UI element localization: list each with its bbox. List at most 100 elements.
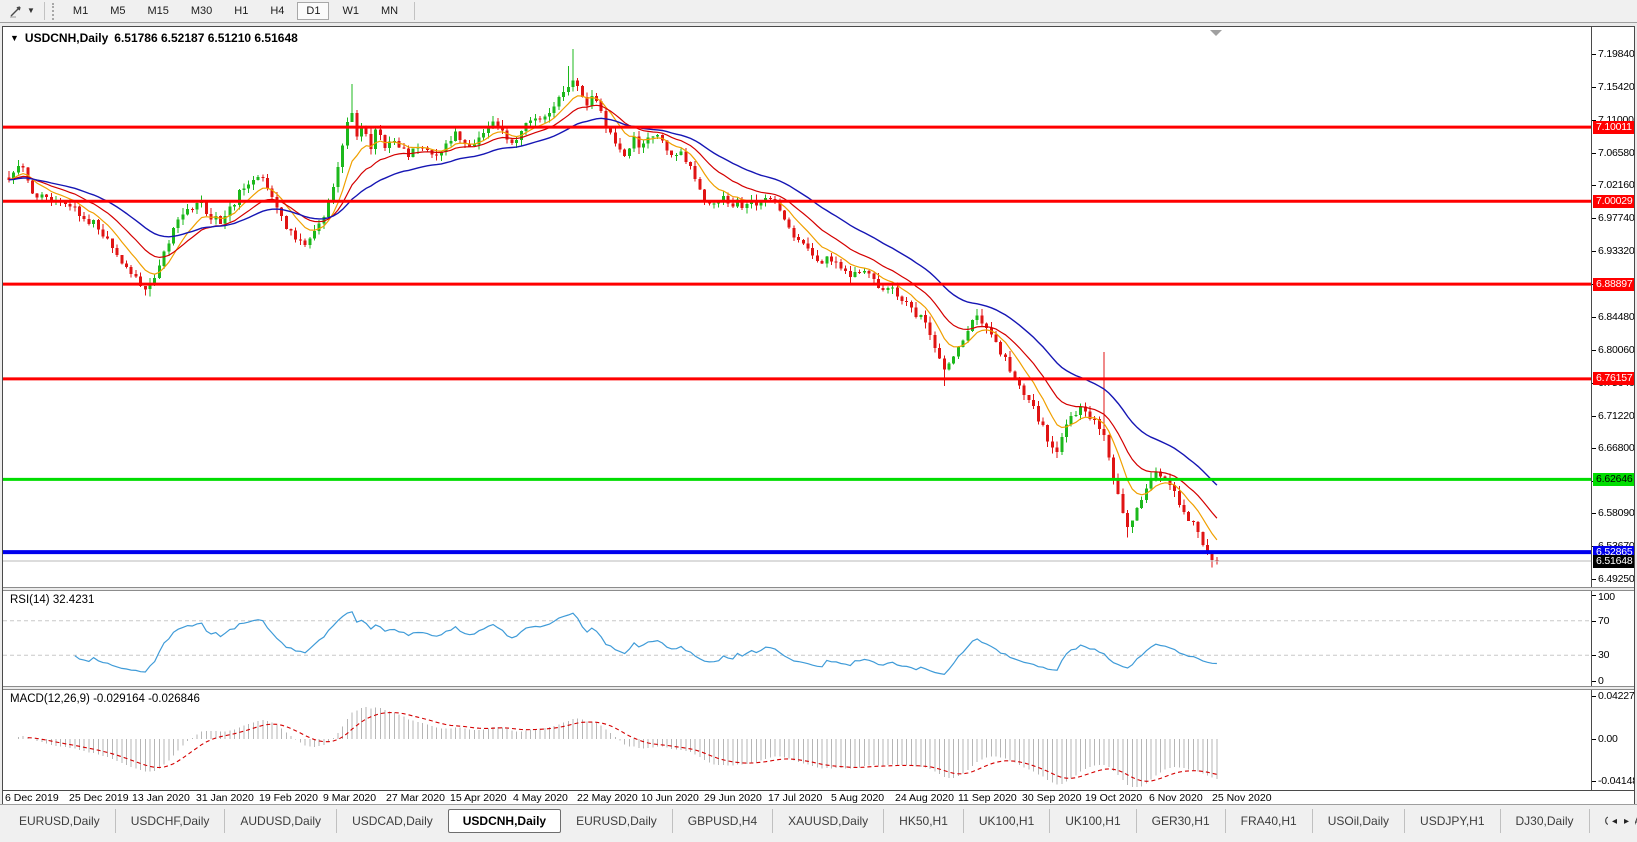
price-tick-label: 7.19840	[1598, 48, 1634, 60]
chart-tab-USDJPY-H1[interactable]: USDJPY,H1	[1404, 809, 1499, 833]
price-tick-label: 6.80060	[1598, 344, 1634, 356]
hline-price-label: 6.76157	[1593, 372, 1634, 385]
price-tick	[1592, 185, 1596, 186]
price-tick	[1592, 579, 1596, 580]
tool-dropdown-arrow-icon[interactable]: ▼	[27, 7, 35, 15]
chart-tab-USDCAD-Daily[interactable]: USDCAD,Daily	[336, 809, 448, 833]
timeframe-toolbar: ▼ M1M5M15 M30H1H4D1W1MN	[0, 0, 1637, 23]
rsi-tick	[1592, 655, 1596, 656]
chart-tab-HK50-H1[interactable]: HK50,H1	[883, 809, 963, 833]
rsi-panel: RSI(14) 32.4231 10070300	[3, 591, 1634, 686]
chart-tab-GBPUSD-H4[interactable]: GBPUSD,H4	[672, 809, 772, 833]
rsi-tick-label: 100	[1598, 591, 1615, 603]
date-label: 24 Aug 2020	[895, 792, 954, 804]
chart-tab-XAUUSD-Daily[interactable]: XAUUSD,Daily	[772, 809, 883, 833]
macd-chart[interactable]	[3, 690, 1591, 790]
date-label: 27 Mar 2020	[386, 792, 445, 804]
timeframe-button-H1[interactable]: H1	[225, 2, 257, 20]
price-tick-label: 6.49250	[1598, 573, 1634, 585]
timeframe-button-M30[interactable]: M30	[182, 2, 221, 20]
chart-tab-FRA40-H1[interactable]: FRA40,H1	[1225, 809, 1312, 833]
price-tick-label: 6.58090	[1598, 507, 1634, 519]
candlestick-chart[interactable]	[3, 27, 1591, 587]
rsi-tick-label: 30	[1598, 649, 1609, 661]
timeframe-button-M1[interactable]: M1	[64, 2, 97, 20]
chart-tabs: EURUSD,DailyUSDCHF,DailyAUDUSD,DailyUSDC…	[0, 805, 1637, 837]
price-tick	[1592, 251, 1596, 252]
status-bar	[0, 837, 1637, 842]
chart-symbol: USDCNH,Daily	[25, 31, 108, 45]
price-tick-label: 6.71220	[1598, 410, 1634, 422]
macd-axis[interactable]: 0.0422750.00-0.04148	[1591, 690, 1634, 790]
current-price-label: 6.51648	[1593, 555, 1634, 568]
timeframe-button-D1[interactable]: D1	[297, 2, 329, 20]
chart-tab-USDCHF-Daily[interactable]: USDCHF,Daily	[115, 809, 225, 833]
hline-price-label: 6.88897	[1593, 278, 1634, 291]
timeframe-button-MN[interactable]: MN	[372, 2, 407, 20]
chart-window: ▼ USDCNH,Daily 6.51786 6.52187 6.51210 6…	[2, 26, 1635, 806]
date-label: 4 May 2020	[513, 792, 568, 804]
hline-price-label: 7.10011	[1593, 121, 1634, 134]
tab-scroll-right-icon[interactable]: ▸	[1624, 816, 1629, 827]
price-tick	[1592, 448, 1596, 449]
macd-tick	[1592, 696, 1596, 697]
tab-scroll-left-icon[interactable]: ◂	[1612, 816, 1617, 827]
date-label: 13 Jan 2020	[132, 792, 190, 804]
price-tick	[1592, 87, 1596, 88]
chart-tab-GER30-H1[interactable]: GER30,H1	[1136, 809, 1225, 833]
price-tick-label: 7.02160	[1598, 179, 1634, 191]
date-label: 17 Jul 2020	[768, 792, 822, 804]
macd-label: MACD(12,26,9) -0.029164 -0.026846	[10, 693, 200, 705]
chart-tab-UK100-H1[interactable]: UK100,H1	[1049, 809, 1135, 833]
rsi-tick-label: 0	[1598, 675, 1604, 686]
date-label: 25 Dec 2019	[69, 792, 129, 804]
price-tick	[1592, 416, 1596, 417]
cursor-tool-group[interactable]: ▼	[4, 3, 39, 19]
chart-tab-USOil-Daily[interactable]: USOil,Daily	[1312, 809, 1404, 833]
rsi-tick-label: 70	[1598, 615, 1609, 627]
price-tick	[1592, 54, 1596, 55]
date-label: 11 Sep 2020	[958, 792, 1017, 804]
macd-panel: MACD(12,26,9) -0.029164 -0.026846 0.0422…	[3, 690, 1634, 790]
date-label: 29 Jun 2020	[704, 792, 762, 804]
chart-ohlc-values: 6.51786 6.52187 6.51210 6.51648	[114, 31, 298, 45]
timeframe-button-H4[interactable]: H4	[261, 2, 293, 20]
rsi-tick	[1592, 621, 1596, 622]
rsi-chart[interactable]	[3, 591, 1591, 686]
price-tick-label: 7.15420	[1598, 81, 1634, 93]
price-tick-label: 7.06580	[1598, 147, 1634, 159]
macd-tick-label: 0.042275	[1598, 690, 1634, 702]
price-panel: ▼ USDCNH,Daily 6.51786 6.52187 6.51210 6…	[3, 27, 1634, 587]
price-tick	[1592, 218, 1596, 219]
hline-price-label: 6.62646	[1593, 473, 1634, 486]
timeframe-button-M5[interactable]: M5	[101, 2, 134, 20]
chart-tab-EURUSD-Daily[interactable]: EURUSD,Daily	[4, 809, 115, 833]
date-label: 30 Sep 2020	[1022, 792, 1082, 804]
price-tick-label: 6.66800	[1598, 442, 1634, 454]
chart-tabbar: EURUSD,DailyUSDCHF,DailyAUDUSD,DailyUSDC…	[0, 804, 1637, 837]
date-label: 19 Oct 2020	[1085, 792, 1142, 804]
chart-tab-AUDUSD-Daily[interactable]: AUDUSD,Daily	[224, 809, 336, 833]
timeframe-button-W1[interactable]: W1	[333, 2, 368, 20]
toolbar-separator	[44, 2, 45, 20]
chart-tab-USDCNH-Daily[interactable]: USDCNH,Daily	[448, 809, 561, 833]
chart-tab-DJ30-Daily[interactable]: DJ30,Daily	[1500, 809, 1589, 833]
macd-tick-label: 0.00	[1598, 733, 1618, 745]
date-label: 6 Dec 2019	[5, 792, 59, 804]
chart-menu-arrow-icon[interactable]: ▼	[10, 34, 19, 43]
rsi-tick	[1592, 595, 1596, 596]
price-tick-label: 6.93320	[1598, 245, 1634, 257]
chart-tab-UK100-H1[interactable]: UK100,H1	[963, 809, 1049, 833]
price-tick	[1592, 317, 1596, 318]
rsi-tick	[1592, 681, 1596, 682]
timeframe-button-M15[interactable]: M15	[138, 2, 177, 20]
toolbar-grip[interactable]	[52, 3, 56, 20]
mt4-window: ▼ M1M5M15 M30H1H4D1W1MN ▼ USDCNH,Daily 6.…	[0, 0, 1637, 842]
chart-title: ▼ USDCNH,Daily 6.51786 6.52187 6.51210 6…	[10, 31, 298, 45]
crosshair-tool-icon[interactable]	[8, 3, 25, 19]
rsi-axis[interactable]: 100 70 30 0	[1591, 591, 1634, 686]
price-axis[interactable]: 7.198407.154207.110007.065807.021606.977…	[1591, 27, 1634, 587]
chart-tab-EURUSD-Daily[interactable]: EURUSD,Daily	[561, 809, 672, 833]
date-label: 9 Mar 2020	[323, 792, 376, 804]
date-axis[interactable]: 6 Dec 201925 Dec 201913 Jan 202031 Jan 2…	[3, 790, 1634, 805]
